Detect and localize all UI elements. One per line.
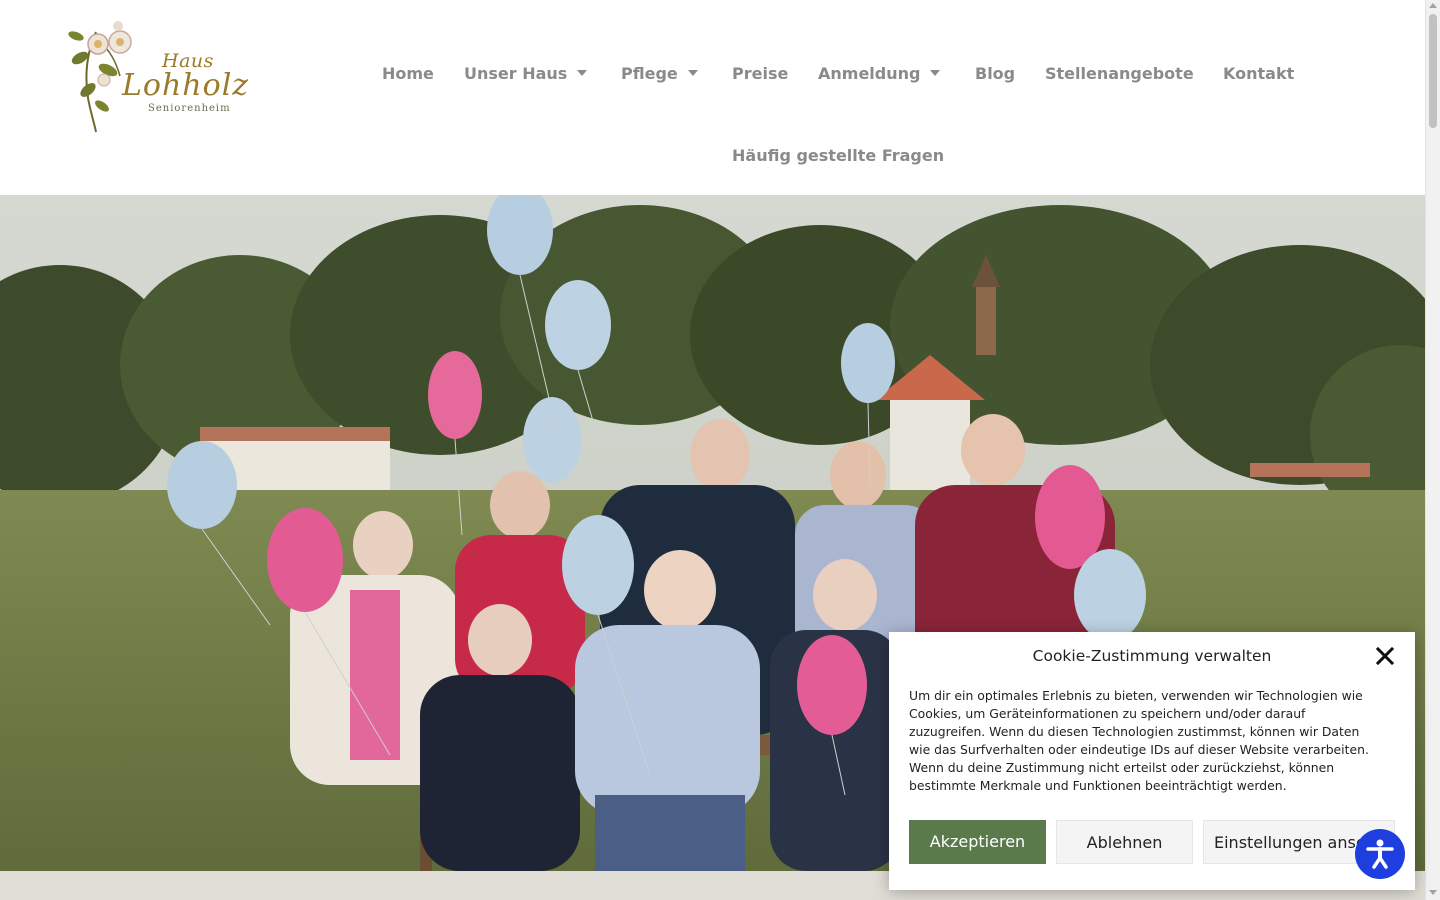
chevron-down-icon[interactable] xyxy=(577,69,588,76)
nav-anmeldung-label: Anmeldung xyxy=(818,64,921,83)
nav-blog[interactable]: Blog xyxy=(975,64,1015,84)
cookie-dialog-text: Um dir ein optimales Erlebnis zu bieten,… xyxy=(909,688,1369,793)
page-scrollbar[interactable] xyxy=(1425,0,1440,900)
nav-preise-label: Preise xyxy=(732,64,789,83)
nav-home[interactable]: Home xyxy=(382,64,434,84)
cookie-consent-dialog: Cookie-Zustimmung verwalten Um dir ein o… xyxy=(889,632,1415,890)
nav-kontakt[interactable]: Kontakt xyxy=(1223,64,1294,84)
nav-kontakt-label: Kontakt xyxy=(1223,64,1295,83)
accept-cookies-button[interactable]: Akzeptieren xyxy=(909,820,1046,864)
site-header: Haus Lohholz Seniorenheim Home Unser Hau… xyxy=(0,0,1425,195)
nav-unser-haus[interactable]: Unser Haus xyxy=(464,64,588,84)
scroll-up-arrow-icon[interactable] xyxy=(1429,3,1437,8)
nav-home-label: Home xyxy=(382,64,434,83)
nav-faq-label: Häufig gestellte Fragen xyxy=(732,146,945,165)
scroll-down-arrow-icon[interactable] xyxy=(1429,890,1437,895)
accessibility-icon xyxy=(1366,839,1394,869)
nav-stellenangebote-label: Stellenangebote xyxy=(1045,64,1194,83)
nav-blog-label: Blog xyxy=(975,64,1016,83)
close-icon[interactable] xyxy=(1375,646,1395,666)
nav-pflege[interactable]: Pflege xyxy=(621,64,698,84)
nav-faq[interactable]: Häufig gestellte Fragen xyxy=(732,146,944,166)
chevron-down-icon[interactable] xyxy=(687,69,698,76)
nav-preise[interactable]: Preise xyxy=(732,64,788,84)
scrollbar-thumb[interactable] xyxy=(1429,14,1437,128)
nav-stellenangebote[interactable]: Stellenangebote xyxy=(1045,64,1194,84)
nav-anmeldung[interactable]: Anmeldung xyxy=(818,64,941,84)
main-navigation: Home Unser Haus Pflege Preise Anmeldung … xyxy=(0,0,1425,195)
deny-cookies-button[interactable]: Ablehnen xyxy=(1056,820,1193,864)
nav-pflege-label: Pflege xyxy=(621,64,678,83)
accessibility-button[interactable] xyxy=(1355,829,1405,879)
close-icon-glyph xyxy=(1375,646,1395,666)
nav-unser-haus-label: Unser Haus xyxy=(464,64,568,83)
cookie-dialog-title: Cookie-Zustimmung verwalten xyxy=(1032,647,1272,665)
chevron-down-icon[interactable] xyxy=(930,69,941,76)
